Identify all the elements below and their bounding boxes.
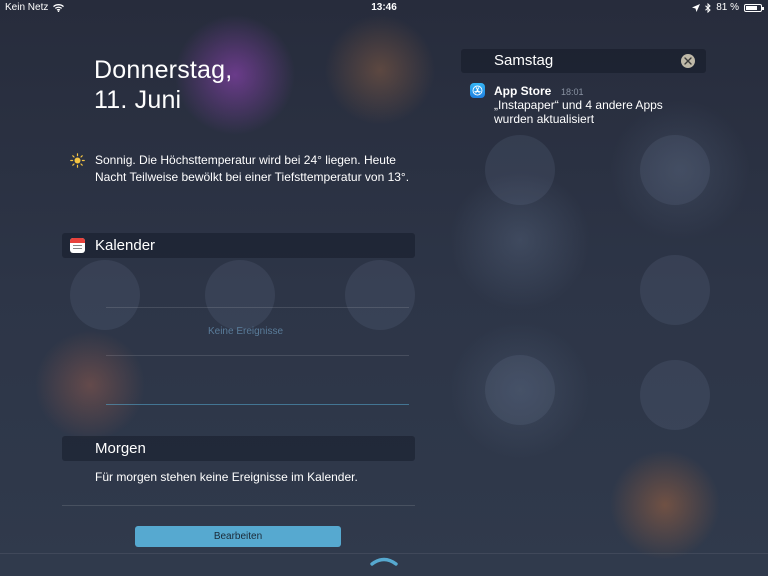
date-weekday: Donnerstag,	[94, 56, 233, 84]
notification-time: 18:01	[561, 87, 584, 97]
clear-notifications-button[interactable]	[681, 54, 695, 68]
weather-summary: Sonnig. Die Höchsttemperatur wird bei 24…	[70, 152, 415, 186]
bottom-divider	[0, 553, 768, 554]
status-right: 81 %	[692, 2, 764, 13]
close-icon	[684, 57, 692, 65]
tomorrow-section-header: Morgen	[62, 436, 415, 461]
notifications-day-title: Samstag	[494, 52, 554, 69]
calendar-hour-line	[106, 355, 409, 356]
weather-text: Sonnig. Die Höchsttemperatur wird bei 24…	[95, 153, 410, 184]
blurred-app-icon	[485, 135, 555, 205]
notification-app-name: App Store	[494, 84, 552, 98]
calendar-icon	[70, 238, 85, 253]
section-divider	[62, 505, 415, 506]
chevron-up-icon[interactable]	[370, 556, 398, 566]
date-heading: Donnerstag, 11. Juni	[94, 55, 232, 115]
edit-button[interactable]: Bearbeiten	[135, 526, 341, 547]
blurred-app-icon	[640, 360, 710, 430]
location-arrow-icon	[692, 3, 701, 12]
tomorrow-title: Morgen	[95, 440, 146, 457]
tomorrow-text: Für morgen stehen keine Ereignisse im Ka…	[95, 470, 358, 484]
notifications-day-header: Samstag	[461, 49, 706, 73]
bluetooth-icon	[705, 2, 711, 13]
battery-fill	[746, 5, 758, 10]
blurred-app-icon	[345, 260, 415, 330]
blurred-app-icon	[640, 135, 710, 205]
blurred-app-icon	[640, 255, 710, 325]
blurred-app-icon	[205, 260, 275, 330]
blurred-app-icon	[70, 260, 140, 330]
status-bar: Kein Netz 13:46 81 %	[0, 0, 768, 16]
battery-percentage: 81 %	[716, 2, 739, 13]
calendar-hour-line	[106, 307, 409, 308]
app-store-icon	[470, 83, 485, 98]
calendar-empty-text[interactable]: Keine Ereignisse	[106, 326, 385, 337]
sun-icon	[70, 153, 85, 168]
notification-body: „Instapaper“ und 4 andere Apps wurden ak…	[494, 98, 663, 126]
blurred-app-icon	[485, 355, 555, 425]
date-day: 11. Juni	[94, 86, 182, 114]
calendar-current-time-line	[106, 404, 409, 405]
battery-icon	[744, 3, 764, 12]
status-time: 13:46	[371, 2, 397, 13]
calendar-title: Kalender	[95, 237, 156, 254]
calendar-section-header: Kalender	[62, 233, 415, 258]
